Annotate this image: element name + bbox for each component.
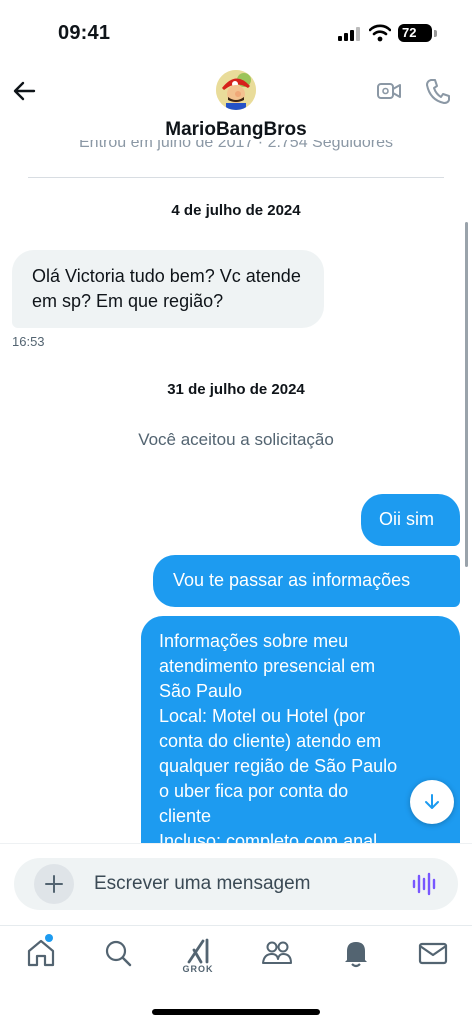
message-line: cliente [159,806,212,826]
message-line: atendimento presencial em [159,656,376,676]
battery-indicator: 72 [398,24,432,42]
arrow-down-icon [425,794,439,809]
battery-cap [434,30,437,37]
message-line: Informações sobre meu [159,631,349,651]
message-timestamp: 16:53 [12,334,45,349]
message-line: qualquer região de São Paulo [159,756,398,776]
voice-waveform-icon[interactable] [410,870,438,898]
people-icon[interactable] [260,936,294,970]
message-line: São Paulo [159,681,243,701]
arrow-left-icon[interactable] [10,76,40,106]
scroll-to-bottom-button[interactable] [410,780,454,824]
mario-avatar-image [216,70,256,110]
incoming-message[interactable]: Olá Victoria tudo bem? Vc atende em sp? … [12,250,324,328]
video-camera-icon[interactable] [374,76,404,106]
home-notification-dot [45,934,53,942]
request-accepted-notice: Você aceitou a solicitação [138,430,334,449]
message-input[interactable] [94,870,384,898]
wifi-icon [369,24,391,42]
header-divider [28,177,444,178]
phone-icon[interactable] [424,76,452,106]
add-attachment-button[interactable] [34,864,74,904]
home-indicator [152,1009,320,1015]
conversation-username[interactable]: MarioBangBros [0,119,472,141]
grok-tab-label: GROK [182,964,214,974]
message-line: Incluso: completo com anal [159,831,378,843]
outgoing-message[interactable]: Oii sim [361,494,460,546]
cellular-signal-icon [338,27,360,41]
date-separator: 31 de julho de 2024 [167,381,305,398]
envelope-icon[interactable] [416,936,450,970]
plus-icon [45,875,63,893]
status-bar: 09:41 72 [0,0,472,60]
message-line: conta do cliente) atendo em [159,731,382,751]
message-line: o uber fica por conta do [159,781,349,801]
status-time: 09:41 [58,22,111,44]
outgoing-message[interactable]: Vou te passar as informações [153,555,460,607]
profile-subtitle: Entrou em julho de 2017 · 2.754 Seguidor… [79,140,393,151]
date-separator: 4 de julho de 2024 [171,202,301,219]
grok-icon[interactable] [181,938,215,964]
conversation-scrollbar[interactable] [465,222,468,567]
home-icon[interactable] [24,936,58,970]
search-icon[interactable] [101,936,135,970]
avatar[interactable] [216,70,256,110]
message-line: Local: Motel ou Hotel (por [159,706,366,726]
bell-icon[interactable] [339,936,373,970]
